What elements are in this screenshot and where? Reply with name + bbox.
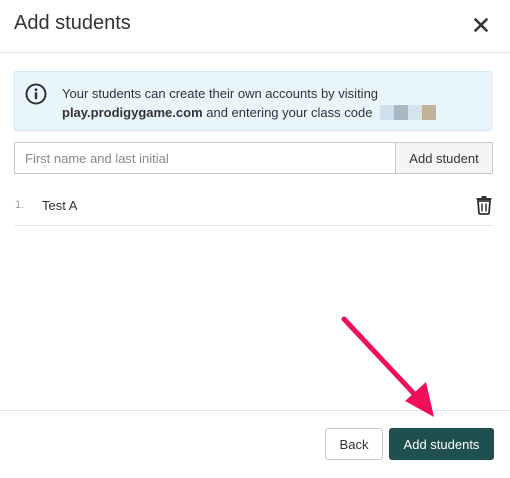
student-list-item: 1. Test A bbox=[14, 188, 494, 226]
dialog-title: Add students bbox=[14, 12, 131, 34]
student-name: Test A bbox=[42, 198, 78, 213]
dialog-header: Add students bbox=[0, 0, 510, 53]
info-text: Your students can create their own accou… bbox=[62, 84, 482, 122]
class-code-redacted bbox=[380, 105, 437, 121]
info-url: play.prodigygame.com bbox=[62, 105, 203, 120]
dialog-footer: Back Add students bbox=[0, 410, 510, 478]
student-number: 1. bbox=[15, 199, 25, 211]
info-line1: Your students can create their own accou… bbox=[62, 86, 379, 101]
close-button[interactable] bbox=[468, 12, 494, 38]
close-icon bbox=[474, 18, 488, 32]
info-line2: and entering your class code bbox=[202, 105, 377, 120]
back-button[interactable]: Back bbox=[325, 428, 383, 460]
add-students-dialog: Add students Your students can create th… bbox=[0, 0, 510, 477]
trash-icon[interactable] bbox=[475, 195, 493, 215]
add-students-button[interactable]: Add students bbox=[389, 428, 494, 460]
info-banner: Your students can create their own accou… bbox=[14, 71, 492, 130]
add-student-button[interactable]: Add student bbox=[395, 142, 493, 174]
student-name-input[interactable] bbox=[14, 142, 396, 174]
info-circle-icon bbox=[25, 83, 47, 105]
